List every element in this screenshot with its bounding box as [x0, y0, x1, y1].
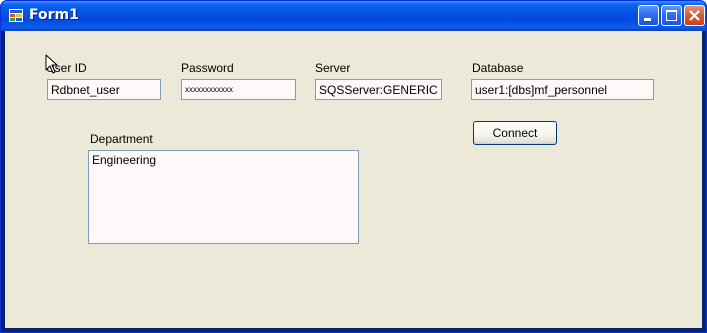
department-label: Department — [90, 132, 153, 146]
database-input[interactable] — [471, 79, 654, 100]
server-label: Server — [315, 61, 351, 75]
minimize-button[interactable] — [638, 5, 659, 26]
connect-button[interactable]: Connect — [473, 121, 557, 145]
mouse-cursor-icon — [45, 54, 58, 74]
maximize-icon — [666, 10, 677, 21]
window-title: Form1 — [29, 7, 79, 23]
close-button[interactable] — [684, 5, 705, 26]
password-input[interactable] — [181, 79, 296, 100]
password-label: Password — [181, 61, 234, 75]
close-icon — [689, 10, 700, 21]
department-textarea[interactable]: Engineering — [88, 150, 359, 244]
server-input[interactable] — [315, 79, 442, 100]
title-bar[interactable]: Form1 — [1, 1, 706, 31]
app-icon — [9, 9, 23, 22]
database-label: Database — [472, 61, 524, 75]
maximize-button[interactable] — [661, 5, 682, 26]
form1-window: Form1 User ID Password Server — [0, 0, 707, 333]
user-id-input[interactable] — [47, 79, 161, 100]
form-client-area: User ID Password Server Database Connect… — [5, 31, 702, 328]
minimize-icon — [644, 18, 651, 21]
